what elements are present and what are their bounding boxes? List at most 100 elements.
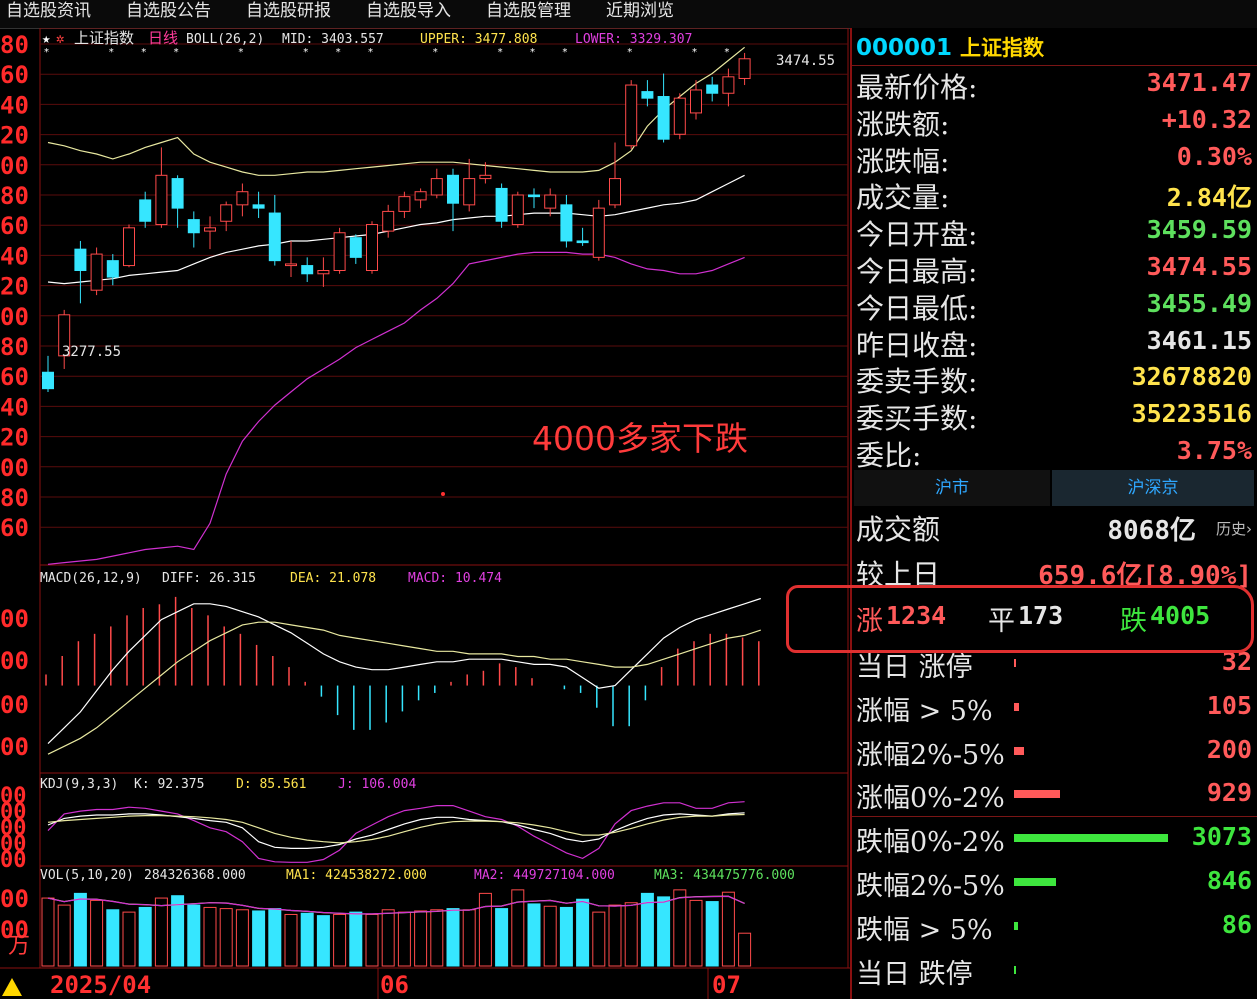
candle-body[interactable] [333, 232, 346, 271]
quote-row: 涨跌额: +10.32 [856, 103, 1252, 141]
candle-body[interactable] [268, 212, 281, 262]
candle-body[interactable] [187, 219, 200, 234]
event-marker[interactable]: * [238, 47, 243, 58]
candle-body[interactable] [155, 174, 168, 226]
kdj-k-value: K: 92.375 [134, 777, 204, 792]
candle-body[interactable] [641, 91, 654, 99]
menu-item-manage[interactable]: 自选股管理 [486, 0, 571, 22]
volume-bar [122, 911, 136, 967]
candle-body[interactable] [285, 263, 297, 267]
event-marker[interactable]: * [174, 47, 179, 58]
volume-bar [608, 904, 622, 967]
candle-body[interactable] [447, 174, 459, 204]
candle-body[interactable] [657, 96, 670, 140]
menu-item-research[interactable]: 自选股研报 [246, 0, 331, 22]
candle-body[interactable] [252, 204, 265, 209]
candle-body[interactable] [560, 204, 573, 242]
volume-bar [106, 909, 120, 967]
vol-y-tick-label: 00 [0, 885, 29, 913]
quote-label: 最新价格: [856, 71, 978, 104]
quote-value: 3455.49 [1146, 288, 1252, 318]
macd-y-tick-label: 00 [0, 647, 29, 675]
menu-item-recent[interactable]: 近期浏览 [606, 0, 674, 22]
candle-body[interactable] [106, 260, 119, 278]
candle-body[interactable] [366, 224, 378, 271]
event-marker[interactable]: * [109, 47, 114, 58]
distribution-value: 3073 [1191, 822, 1252, 852]
star-icon[interactable]: ★ [42, 31, 51, 47]
quote-value: 3.75% [1176, 436, 1252, 465]
candle-body[interactable] [592, 207, 605, 258]
x-axis-label-apr: 2025/04 [50, 971, 151, 999]
candle-body[interactable] [576, 240, 589, 244]
event-marker[interactable]: * [627, 47, 632, 58]
candle-body[interactable] [171, 178, 184, 209]
macd-label[interactable]: MACD(26,12,9) [40, 571, 142, 586]
event-marker[interactable]: * [336, 47, 341, 58]
settings-gear-icon[interactable]: ✲ [56, 31, 64, 47]
candle-body[interactable] [706, 84, 719, 94]
boll-indicator-label[interactable]: BOLL(26,2) [186, 32, 264, 47]
warning-triangle-icon[interactable] [2, 978, 22, 996]
candle-body[interactable] [528, 194, 540, 198]
tab-sh-market[interactable]: 沪市 [854, 470, 1050, 506]
distribution-label: 涨幅 > 5% [856, 695, 993, 727]
event-marker[interactable]: * [692, 47, 697, 58]
event-marker[interactable]: * [724, 47, 729, 58]
candle-body[interactable] [722, 76, 735, 94]
event-marker[interactable]: * [44, 47, 49, 58]
candle-body[interactable] [463, 178, 476, 206]
menu-item-announcements[interactable]: 自选股公告 [126, 0, 211, 22]
candle-body[interactable] [544, 194, 557, 209]
candle-body[interactable] [479, 174, 492, 180]
turnover-value: 8068亿 [1107, 516, 1196, 546]
candle-body[interactable] [511, 194, 524, 226]
vol-label[interactable]: VOL(5,10,20) [40, 868, 134, 883]
candle-body[interactable] [414, 191, 427, 201]
menu-item-news[interactable]: 自选股资讯 [6, 0, 91, 22]
menu-item-import[interactable]: 自选股导入 [366, 0, 451, 22]
candle-body[interactable] [301, 265, 314, 275]
candle-body[interactable] [738, 58, 751, 79]
quote-label: 委卖手数: [856, 365, 978, 399]
event-marker[interactable]: * [433, 47, 438, 58]
candle-body[interactable] [625, 84, 638, 147]
tab-all-markets[interactable]: 沪深京 [1052, 470, 1254, 506]
vol-unit-label: 万 [8, 934, 30, 959]
chart-period[interactable]: 日线 [148, 29, 178, 47]
event-marker[interactable]: * [141, 47, 146, 58]
event-marker[interactable]: * [498, 47, 503, 58]
volume-bar [219, 908, 233, 967]
event-marker[interactable]: * [562, 47, 567, 58]
stock-code[interactable]: 000001 [856, 35, 952, 61]
volume-bar [349, 911, 363, 967]
vol-ma2-value: MA2: 449727104.000 [474, 868, 615, 883]
kdj-j-value: J: 106.004 [338, 777, 416, 792]
candle-body[interactable] [690, 89, 702, 114]
kdj-label[interactable]: KDJ(9,3,3) [40, 777, 118, 792]
candle-body[interactable] [204, 227, 216, 232]
candle-body[interactable] [42, 371, 54, 390]
candle-body[interactable] [139, 199, 152, 222]
event-marker[interactable]: * [530, 47, 535, 58]
candle-body[interactable] [349, 237, 362, 258]
candle-body[interactable] [123, 227, 135, 267]
distribution-row: 涨幅 > 5% 105 [856, 687, 1252, 729]
history-link[interactable]: 历史› [1216, 518, 1252, 539]
candle-body[interactable] [495, 187, 508, 222]
candle-body[interactable] [90, 253, 103, 291]
candle-body[interactable] [398, 196, 411, 212]
event-marker[interactable]: * [303, 47, 308, 58]
turnover-row: 成交额 8068亿 历史› [856, 508, 1252, 548]
volume-bar [57, 904, 71, 967]
candle-body[interactable] [609, 178, 621, 206]
candle-body[interactable] [74, 248, 87, 271]
candle-body[interactable] [382, 210, 395, 232]
candle-body[interactable] [317, 269, 330, 275]
event-marker[interactable]: * [368, 47, 373, 58]
candle-body[interactable] [236, 191, 249, 206]
stock-chart-area[interactable]: 8060402000806040200080604020008060 * * * * *… [0, 28, 850, 999]
candle-body[interactable] [430, 178, 443, 196]
candle-body[interactable] [220, 204, 233, 222]
candle-body[interactable] [673, 97, 686, 135]
